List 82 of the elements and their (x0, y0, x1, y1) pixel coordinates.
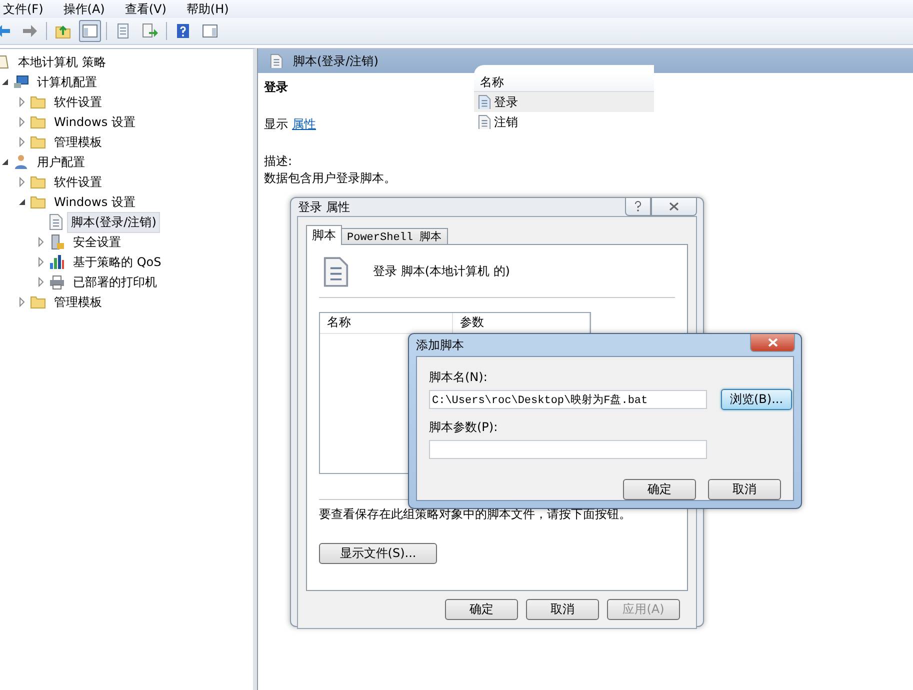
close-icon (669, 202, 679, 211)
collapsed-arrow-icon[interactable] (17, 297, 27, 307)
computer-icon (13, 74, 29, 90)
menu-item[interactable]: 操作(A) (61, 0, 107, 18)
browse-button[interactable]: 浏览(B)... (721, 389, 792, 410)
close-icon (768, 338, 778, 347)
collapsed-arrow-icon[interactable] (17, 177, 27, 187)
printer-icon (49, 274, 65, 290)
tab[interactable]: PowerShell 脚本 (341, 228, 448, 245)
script-icon (478, 94, 491, 110)
folder-icon (30, 114, 46, 130)
dialog-button[interactable]: 取消 (526, 599, 599, 620)
dialog-button[interactable]: 确定 (445, 599, 518, 620)
dialog-title: 添加脚本 (416, 336, 465, 354)
tree-item[interactable]: 软件设置 (50, 172, 106, 192)
show-label: 显示 (264, 116, 288, 133)
help-button[interactable] (625, 198, 651, 216)
script-name-field[interactable]: C:\Users\roc\Desktop\映射为F盘.bat (429, 390, 707, 409)
script-icon (49, 214, 63, 230)
list-item[interactable]: 登录 (474, 92, 654, 112)
close-button[interactable] (750, 334, 795, 352)
list-item[interactable]: 注销 (474, 112, 654, 132)
folder-icon (30, 194, 46, 210)
toolbar-button[interactable] (79, 20, 101, 42)
collapsed-arrow-icon[interactable] (17, 97, 27, 107)
description-text: 数据包含用户登录脚本。 (264, 170, 397, 187)
field-label: 脚本参数(P): (429, 419, 499, 436)
folder-icon (30, 294, 46, 310)
tree-item[interactable]: 管理模板 (50, 132, 106, 152)
collapsed-arrow-icon[interactable] (36, 277, 46, 287)
menu-item[interactable]: 帮助(H) (184, 0, 231, 18)
tree-item[interactable]: 脚本(登录/注销) (67, 212, 160, 232)
expanded-arrow-icon[interactable] (17, 197, 27, 207)
folder-icon (30, 94, 46, 110)
script-icon (270, 54, 283, 68)
script-heading: 登录 脚本(本地计算机 的) (373, 263, 510, 280)
dialog-title: 登录 属性 (298, 198, 351, 216)
document-icon (115, 23, 131, 39)
tree-item[interactable]: 基于策略的 QoS (69, 252, 166, 272)
expanded-arrow-icon[interactable] (0, 157, 10, 167)
folder-icon (30, 174, 46, 190)
tree-item[interactable]: 本地计算机 策略 (14, 52, 110, 72)
collapsed-arrow-icon[interactable] (17, 117, 27, 127)
collapsed-arrow-icon[interactable] (36, 237, 46, 247)
help-icon (175, 23, 191, 39)
expanded-arrow-icon[interactable] (0, 77, 10, 87)
bar-chart-icon (49, 254, 65, 270)
tree-item[interactable]: Windows 设置 (50, 112, 140, 132)
script-icon (478, 114, 491, 130)
script-file-icon (323, 257, 349, 287)
collapsed-arrow-icon[interactable] (17, 137, 27, 147)
show-files-button[interactable]: 显示文件(S)... (319, 542, 437, 564)
close-button[interactable] (651, 198, 697, 216)
tree-item[interactable]: 安全设置 (69, 232, 125, 252)
tree-item[interactable]: 计算机配置 (33, 72, 101, 92)
action-pane-icon (202, 23, 218, 39)
properties-link[interactable]: 属性 (292, 116, 316, 133)
forward-arrow-icon (22, 23, 38, 39)
tab[interactable]: 脚本 (306, 225, 342, 245)
user-icon (13, 154, 29, 170)
description-label: 描述: (264, 153, 294, 170)
instruction-text: 要查看保存在此组策略对象中的脚本文件，请按下面按钮。 (319, 506, 632, 523)
column-header[interactable]: 名称 (474, 73, 654, 92)
dialog-button[interactable]: 确定 (623, 479, 696, 500)
folder-icon (30, 134, 46, 150)
pane-title: 脚本(登录/注销) (293, 52, 378, 70)
item-title: 登录 (264, 79, 289, 96)
tree-item[interactable]: Windows 设置 (50, 192, 140, 212)
dialog-button[interactable]: 取消 (708, 479, 781, 500)
script-parameters-field[interactable] (429, 440, 707, 459)
folder-up-icon (55, 23, 71, 39)
export-list-icon (142, 23, 158, 39)
help-icon (634, 201, 642, 212)
menu-item[interactable]: 文件(F) (1, 0, 46, 18)
collapsed-arrow-icon[interactable] (36, 257, 46, 267)
tree-pane-icon (82, 23, 98, 39)
field-label: 脚本名(N): (429, 369, 488, 386)
tree-item[interactable]: 管理模板 (50, 292, 106, 312)
tree-item[interactable]: 已部署的打印机 (69, 272, 161, 292)
tree-item[interactable]: 用户配置 (33, 152, 89, 172)
menu-item[interactable]: 查看(V) (122, 0, 168, 18)
tree-item[interactable]: 软件设置 (50, 92, 106, 112)
